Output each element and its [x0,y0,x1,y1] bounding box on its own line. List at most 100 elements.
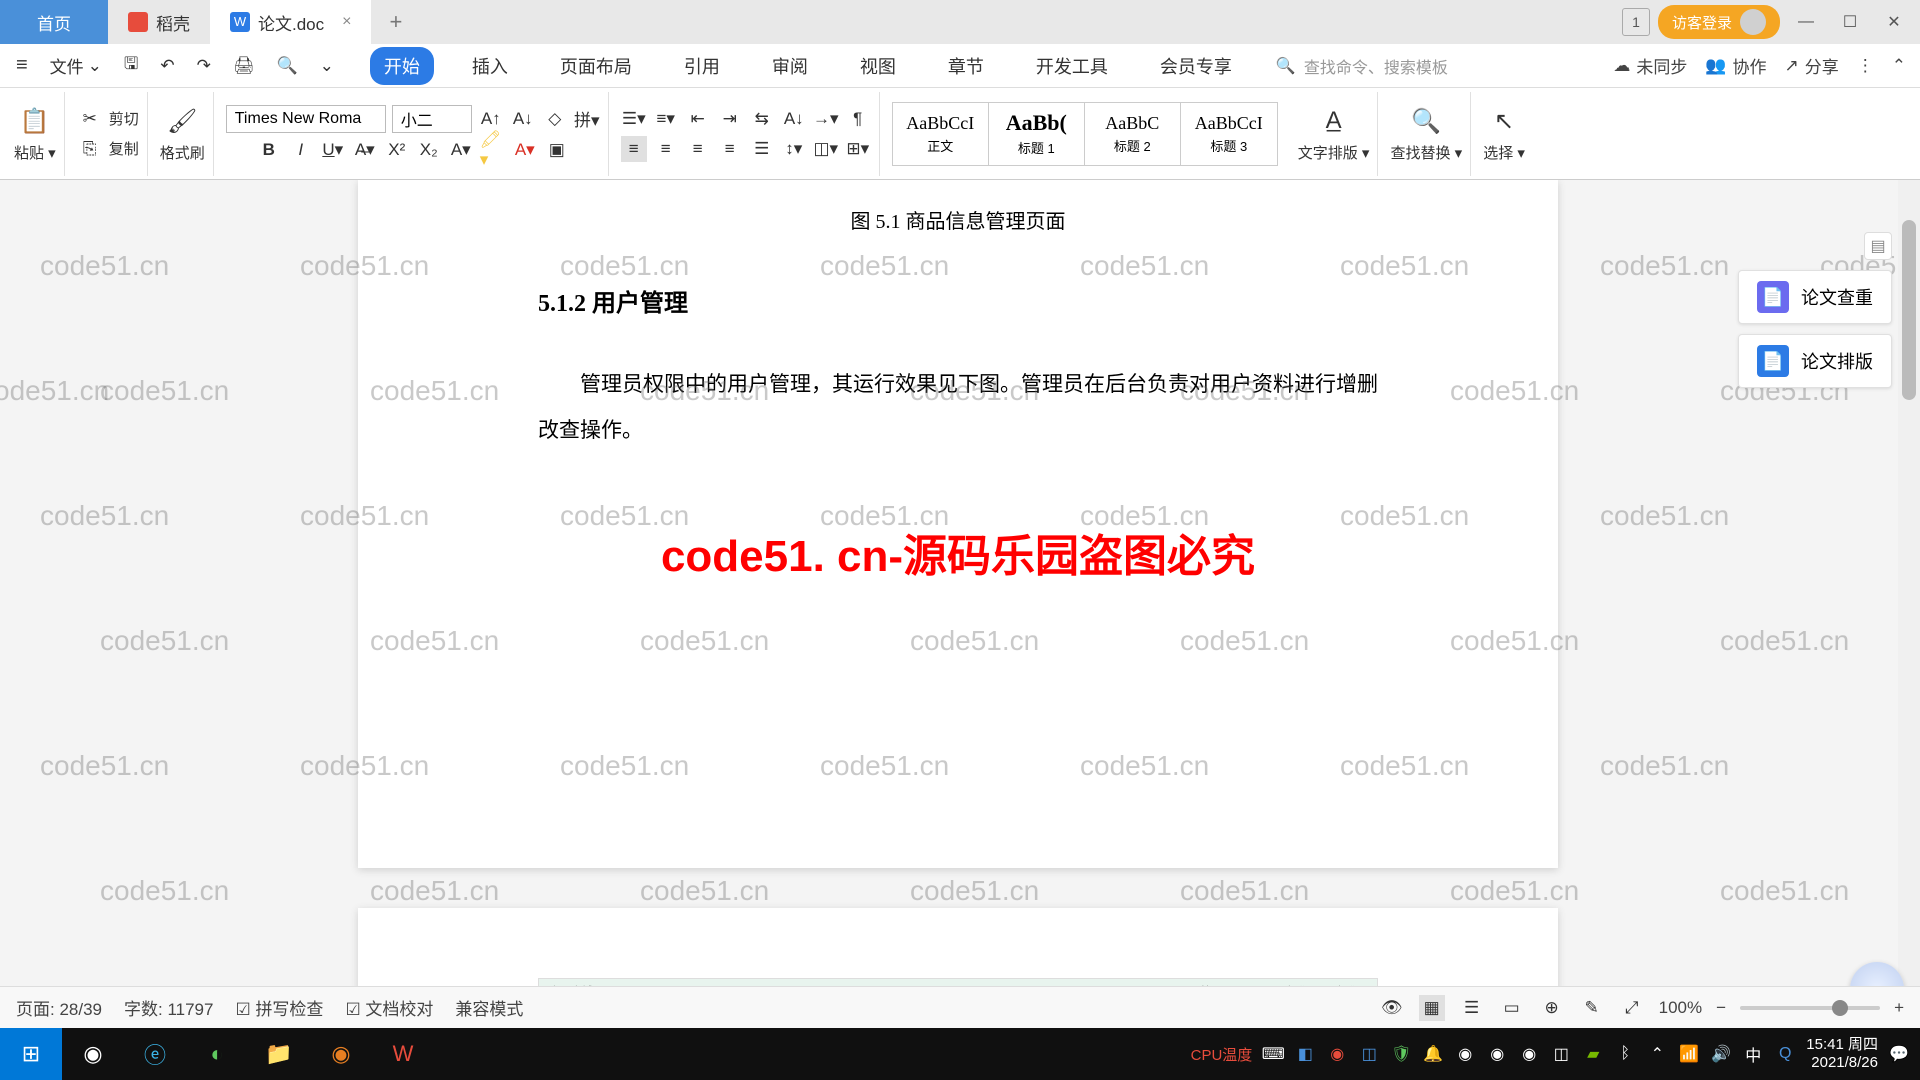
redo-icon[interactable]: ↷ [189,50,219,82]
zoom-slider[interactable] [1740,1006,1880,1010]
asian-layout-icon[interactable]: ⇆ [749,106,775,132]
strike-icon[interactable]: A̶▾ [352,137,378,163]
zoom-out-button[interactable]: − [1716,998,1726,1018]
tray-icon-5[interactable]: ◉ [1454,1043,1476,1065]
eye-icon[interactable]: 👁 [1379,995,1405,1021]
outline-view-icon[interactable]: ☰ [1459,995,1485,1021]
page-view-icon[interactable]: ▦ [1419,995,1445,1021]
italic-icon[interactable]: I [288,137,314,163]
command-search[interactable]: 🔍查找命令、搜索模板 [1276,54,1448,78]
format-painter-icon[interactable]: 🖌 [165,104,199,138]
styles-gallery[interactable]: AaBbCcI正文 AaBb(标题 1 AaBbC标题 2 AaBbCcI标题 … [892,102,1278,166]
tray-icon-4[interactable]: 🛡 [1390,1043,1412,1065]
superscript-icon[interactable]: X² [384,137,410,163]
read-view-icon[interactable]: ▭ [1499,995,1525,1021]
tab-review[interactable]: 审阅 [758,47,822,85]
web-view-icon[interactable]: ⊕ [1539,995,1565,1021]
word-count[interactable]: 字数: 11797 [124,995,213,1020]
font-color-icon[interactable]: A▾ [512,137,538,163]
distribute-icon[interactable]: ☰ [749,136,775,162]
close-window-button[interactable]: ✕ [1876,7,1912,37]
indent-icon[interactable]: ⇥ [717,106,743,132]
preview-icon[interactable]: 🔍 [269,50,306,82]
style-heading3[interactable]: AaBbCcI标题 3 [1181,103,1277,165]
annotate-icon[interactable]: ✎ [1579,995,1605,1021]
tray-bluetooth-icon[interactable]: ᛒ [1614,1043,1636,1065]
subscript-icon[interactable]: X₂ [416,137,442,163]
task-app2[interactable]: ◉ [310,1028,372,1080]
bold-icon[interactable]: B [256,137,282,163]
tray-icon-3[interactable]: ◫ [1358,1043,1380,1065]
plagiarism-check-button[interactable]: 📄论文查重 [1738,270,1892,324]
counter-badge[interactable]: 1 [1622,8,1650,36]
outdent-icon[interactable]: ⇤ [685,106,711,132]
task-app1[interactable]: ◉ [62,1028,124,1080]
tray-wifi-icon[interactable]: 📶 [1678,1043,1700,1065]
tab-view[interactable]: 视图 [846,47,910,85]
text-layout-icon[interactable]: A̲ [1317,104,1351,138]
save-icon[interactable]: 🖫 [116,45,146,86]
style-heading2[interactable]: AaBbC标题 2 [1085,103,1181,165]
style-heading1[interactable]: AaBb(标题 1 [989,103,1085,165]
find-replace-icon[interactable]: 🔍 [1409,104,1443,138]
tab-start[interactable]: 开始 [370,47,434,85]
tray-icon-7[interactable]: ◉ [1518,1043,1540,1065]
collapse-ribbon-icon[interactable]: ⌃ [1892,56,1906,76]
show-marks-icon[interactable]: ¶ [845,106,871,132]
tray-notif-icon[interactable]: 🔔 [1422,1043,1444,1065]
tray-icon-8[interactable]: ◫ [1550,1043,1572,1065]
phonetic-icon[interactable]: 拼▾ [574,106,600,132]
align-center-icon[interactable]: ≡ [653,136,679,162]
maximize-button[interactable]: ☐ [1832,7,1868,37]
numbering-icon[interactable]: ≡▾ [653,106,679,132]
select-icon[interactable]: ↖ [1487,104,1521,138]
scroll-thumb[interactable] [1902,220,1916,400]
fit-width-icon[interactable]: ⤢ [1619,995,1645,1021]
copy-icon[interactable]: ⎘ [77,136,103,162]
char-border-icon[interactable]: ▣ [544,137,570,163]
zoom-thumb[interactable] [1832,1000,1848,1016]
share-button[interactable]: ↗分享 [1785,53,1839,78]
start-button[interactable]: ⊞ [0,1028,62,1080]
page-indicator[interactable]: 页面: 28/39 [16,995,102,1020]
clear-format-icon[interactable]: ◇ [542,106,568,132]
tray-chevron-icon[interactable]: ⌃ [1646,1043,1668,1065]
file-menu[interactable]: 文件 ⌄ [42,47,110,84]
spellcheck-toggle[interactable]: ☑ 拼写检查 [235,995,323,1020]
sort-icon[interactable]: A↓ [781,106,807,132]
borders-icon[interactable]: ⊞▾ [845,136,871,162]
font-family-select[interactable] [226,105,386,133]
underline-icon[interactable]: U▾ [320,137,346,163]
tab-char-icon[interactable]: →▾ [813,106,839,132]
tab-devtools[interactable]: 开发工具 [1022,47,1122,85]
task-wps[interactable]: W [372,1028,434,1080]
grow-font-icon[interactable]: A↑ [478,106,504,132]
paste-icon[interactable]: 📋 [18,104,52,138]
tray-volume-icon[interactable]: 🔊 [1710,1043,1732,1065]
task-ie[interactable]: ⓔ [124,1028,186,1080]
proofread-toggle[interactable]: ☑ 文档校对 [345,995,433,1020]
bullets-icon[interactable]: ☰▾ [621,106,647,132]
zoom-level[interactable]: 100% [1659,998,1702,1018]
thesis-layout-button[interactable]: 📄论文排版 [1738,334,1892,388]
align-right-icon[interactable]: ≡ [685,136,711,162]
zoom-in-button[interactable]: + [1894,998,1904,1018]
tab-document[interactable]: W论文.doc× [210,0,371,44]
action-center-icon[interactable]: 💬 [1888,1043,1910,1065]
add-tab-button[interactable]: + [371,9,420,35]
side-toggle-icon[interactable]: ▤ [1864,232,1892,260]
align-left-icon[interactable]: ≡ [621,136,647,162]
shading-icon[interactable]: ◫▾ [813,136,839,162]
tray-icon-6[interactable]: ◉ [1486,1043,1508,1065]
tab-member[interactable]: 会员专享 [1146,47,1246,85]
tab-chapter[interactable]: 章节 [934,47,998,85]
taskbar-clock[interactable]: 15:41 周四2021/8/26 [1806,1036,1878,1072]
document-area[interactable]: 图 5.1 商品信息管理页面 5.1.2 用户管理 管理员权限中的用户管理，其运… [0,180,1920,1028]
hamburger-icon[interactable]: ≡ [8,48,36,83]
tray-icon-1[interactable]: ◧ [1294,1043,1316,1065]
undo-icon[interactable]: ↶ [152,50,182,82]
cut-icon[interactable]: ✂ [77,106,103,132]
guest-login-button[interactable]: 访客登录 [1658,5,1780,39]
close-tab-icon[interactable]: × [342,13,351,31]
shrink-font-icon[interactable]: A↓ [510,106,536,132]
